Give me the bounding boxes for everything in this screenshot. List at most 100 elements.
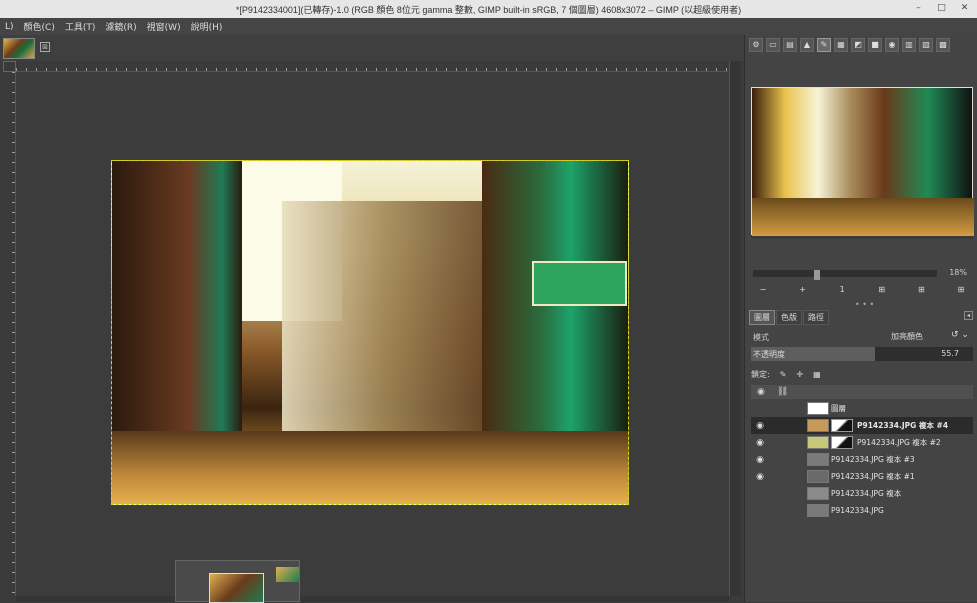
layer-name: P9142334.JPG 複本 #1: [831, 472, 915, 481]
layer-name: P9142334.JPG 複本 #2: [857, 438, 941, 447]
tab-gradients-icon[interactable]: ▧: [919, 38, 933, 52]
tab-patterns-icon[interactable]: ▦: [834, 38, 848, 52]
layer-name: 圖層: [831, 404, 846, 413]
lock-row: 鎖定: ✎ ✛ ▦: [751, 367, 973, 381]
mode-row: 模式 加亮顏色 ↺ ⌄: [751, 329, 973, 344]
tab-histogram-icon[interactable]: ▥: [902, 38, 916, 52]
tab-channels[interactable]: 色版: [776, 310, 802, 325]
menu-help[interactable]: 說明(H): [186, 20, 228, 33]
layer-mask-thumbnail[interactable]: [831, 419, 853, 432]
layer-thumbnail: [807, 419, 829, 432]
visibility-header-icon: ◉: [757, 387, 765, 397]
chain-header-icon: ⛓: [776, 387, 789, 397]
image-canvas[interactable]: [111, 160, 629, 505]
layer-name: P9142334.JPG 複本: [831, 489, 902, 498]
window-title: *[P9142334001](已轉存)-1.0 (RGB 顏色 8位元 gamm…: [235, 5, 742, 15]
tab-colors-icon[interactable]: ◉: [885, 38, 899, 52]
eye-icon[interactable]: ◉: [751, 455, 769, 465]
layer-thumbnail: [807, 402, 829, 415]
menu-bar: L) 顏色(C) 工具(T) 濾鏡(R) 視窗(W) 說明(H): [0, 18, 977, 35]
layer-row[interactable]: ◉ P9142334.JPG 複本 #1: [751, 468, 973, 485]
tab-device-status-icon[interactable]: ▭: [766, 38, 780, 52]
vertical-ruler[interactable]: [3, 72, 16, 596]
opacity-value: 55.7: [941, 349, 959, 358]
eye-icon[interactable]: ◉: [751, 421, 769, 431]
tab-palette-icon[interactable]: ■: [868, 38, 882, 52]
fill-window-button[interactable]: ⊞: [915, 284, 927, 295]
tab-undo-icon[interactable]: ▤: [783, 38, 797, 52]
eye-icon[interactable]: ◉: [751, 472, 769, 482]
panel-menu-icon[interactable]: ◂: [964, 311, 973, 320]
image-tab-thumbnail[interactable]: [3, 38, 35, 59]
opacity-slider[interactable]: 不透明度 55.7: [751, 347, 973, 361]
right-dock: ⚙ ▭ ▤ ▲ ✎ ▦ ◩ ■ ◉ ▥ ▧ ▩ 18% − + 1 ⊞ ⊞ ⊞ …: [744, 35, 977, 602]
zoom-value: 18%: [949, 268, 967, 277]
layer-thumbnail: [807, 504, 829, 517]
vertical-scrollbar[interactable]: [729, 61, 741, 596]
panel-grip-handle[interactable]: • • •: [855, 300, 874, 309]
zoom-in-button[interactable]: +: [797, 284, 809, 295]
lock-position-icon[interactable]: ✛: [796, 370, 803, 379]
lock-alpha-icon[interactable]: ▦: [813, 370, 821, 379]
close-button[interactable]: ✕: [958, 2, 971, 15]
tab-layers[interactable]: 圖層: [749, 310, 775, 325]
tab-brushes-icon[interactable]: ✎: [817, 38, 831, 52]
layer-name: P9142334.JPG 複本 #3: [831, 455, 915, 464]
navigation-buttons: − + 1 ⊞ ⊞ ⊞: [757, 284, 967, 296]
layer-name: P9142334.JPG 複本 #4: [857, 421, 949, 430]
navigation-preview-popup[interactable]: [175, 560, 300, 603]
layer-thumbnail: [807, 453, 829, 466]
dock-tab-bar: ⚙ ▭ ▤ ▲ ✎ ▦ ◩ ■ ◉ ▥ ▧ ▩: [749, 36, 975, 54]
nav-preview-image: [209, 573, 264, 603]
menu-tools[interactable]: 工具(T): [60, 20, 101, 33]
menu-windows[interactable]: 視窗(W): [142, 20, 186, 33]
nav-preview-thumb: [276, 567, 299, 582]
layer-row[interactable]: ◉ P9142334.JPG 複本 #2: [751, 434, 973, 451]
layer-row[interactable]: ◉ P9142334.JPG 複本 #3: [751, 451, 973, 468]
layer-thumbnail: [807, 436, 829, 449]
tab-paths[interactable]: 路徑: [803, 310, 829, 325]
tab-fonts-icon[interactable]: ◩: [851, 38, 865, 52]
fit-image-button[interactable]: ⊞: [876, 284, 888, 295]
layer-row[interactable]: ◉ P9142334.JPG 複本 #4: [751, 417, 973, 434]
zoom-slider-handle[interactable]: [814, 270, 820, 280]
shrink-wrap-button[interactable]: ⊞: [955, 284, 967, 295]
image-tab-strip: ⊠: [0, 35, 744, 61]
lock-pixels-icon[interactable]: ✎: [780, 370, 787, 379]
quick-mask-toggle[interactable]: [3, 61, 16, 72]
layer-row[interactable]: 圖層: [751, 400, 973, 417]
nav-preview-street: [752, 198, 974, 236]
zoom-row: 18%: [753, 268, 971, 280]
mode-label: 模式: [753, 333, 769, 342]
mode-reset-icon[interactable]: ↺ ⌄: [951, 330, 969, 340]
layer-row[interactable]: P9142334.JPG: [751, 502, 973, 519]
layer-thumbnail: [807, 470, 829, 483]
layer-mask-thumbnail[interactable]: [831, 436, 853, 449]
tab-tool-options-icon[interactable]: ⚙: [749, 38, 763, 52]
image-street: [112, 431, 628, 504]
menu-filters[interactable]: 濾鏡(R): [100, 20, 141, 33]
maximize-button[interactable]: □: [935, 2, 948, 15]
layer-thumbnail: [807, 487, 829, 500]
zoom-1-1-button[interactable]: 1: [836, 284, 848, 295]
tab-close-icon[interactable]: ⊠: [40, 42, 50, 52]
image-buildings: [282, 201, 482, 441]
layer-name: P9142334.JPG: [831, 506, 884, 515]
minimize-button[interactable]: –: [912, 2, 925, 15]
horizontal-scrollbar[interactable]: [16, 596, 729, 602]
navigation-panel: [751, 87, 974, 239]
tab-templates-icon[interactable]: ▩: [936, 38, 950, 52]
title-bar: *[P9142334001](已轉存)-1.0 (RGB 顏色 8位元 gamm…: [0, 0, 977, 18]
horizontal-ruler[interactable]: [16, 61, 728, 72]
zoom-slider[interactable]: [753, 270, 937, 280]
layers-tab-bar: 圖層 色版 路徑: [749, 310, 975, 325]
menu-colors[interactable]: 顏色(C): [19, 20, 60, 33]
navigation-image-preview[interactable]: [751, 87, 974, 236]
layer-row[interactable]: P9142334.JPG 複本: [751, 485, 973, 502]
mode-select[interactable]: 加亮顏色: [891, 331, 923, 342]
menu-layer[interactable]: L): [0, 22, 19, 32]
tab-navigation-icon[interactable]: ▲: [800, 38, 814, 52]
opacity-label: 不透明度: [753, 350, 785, 359]
eye-icon[interactable]: ◉: [751, 438, 769, 448]
zoom-out-button[interactable]: −: [757, 284, 769, 295]
